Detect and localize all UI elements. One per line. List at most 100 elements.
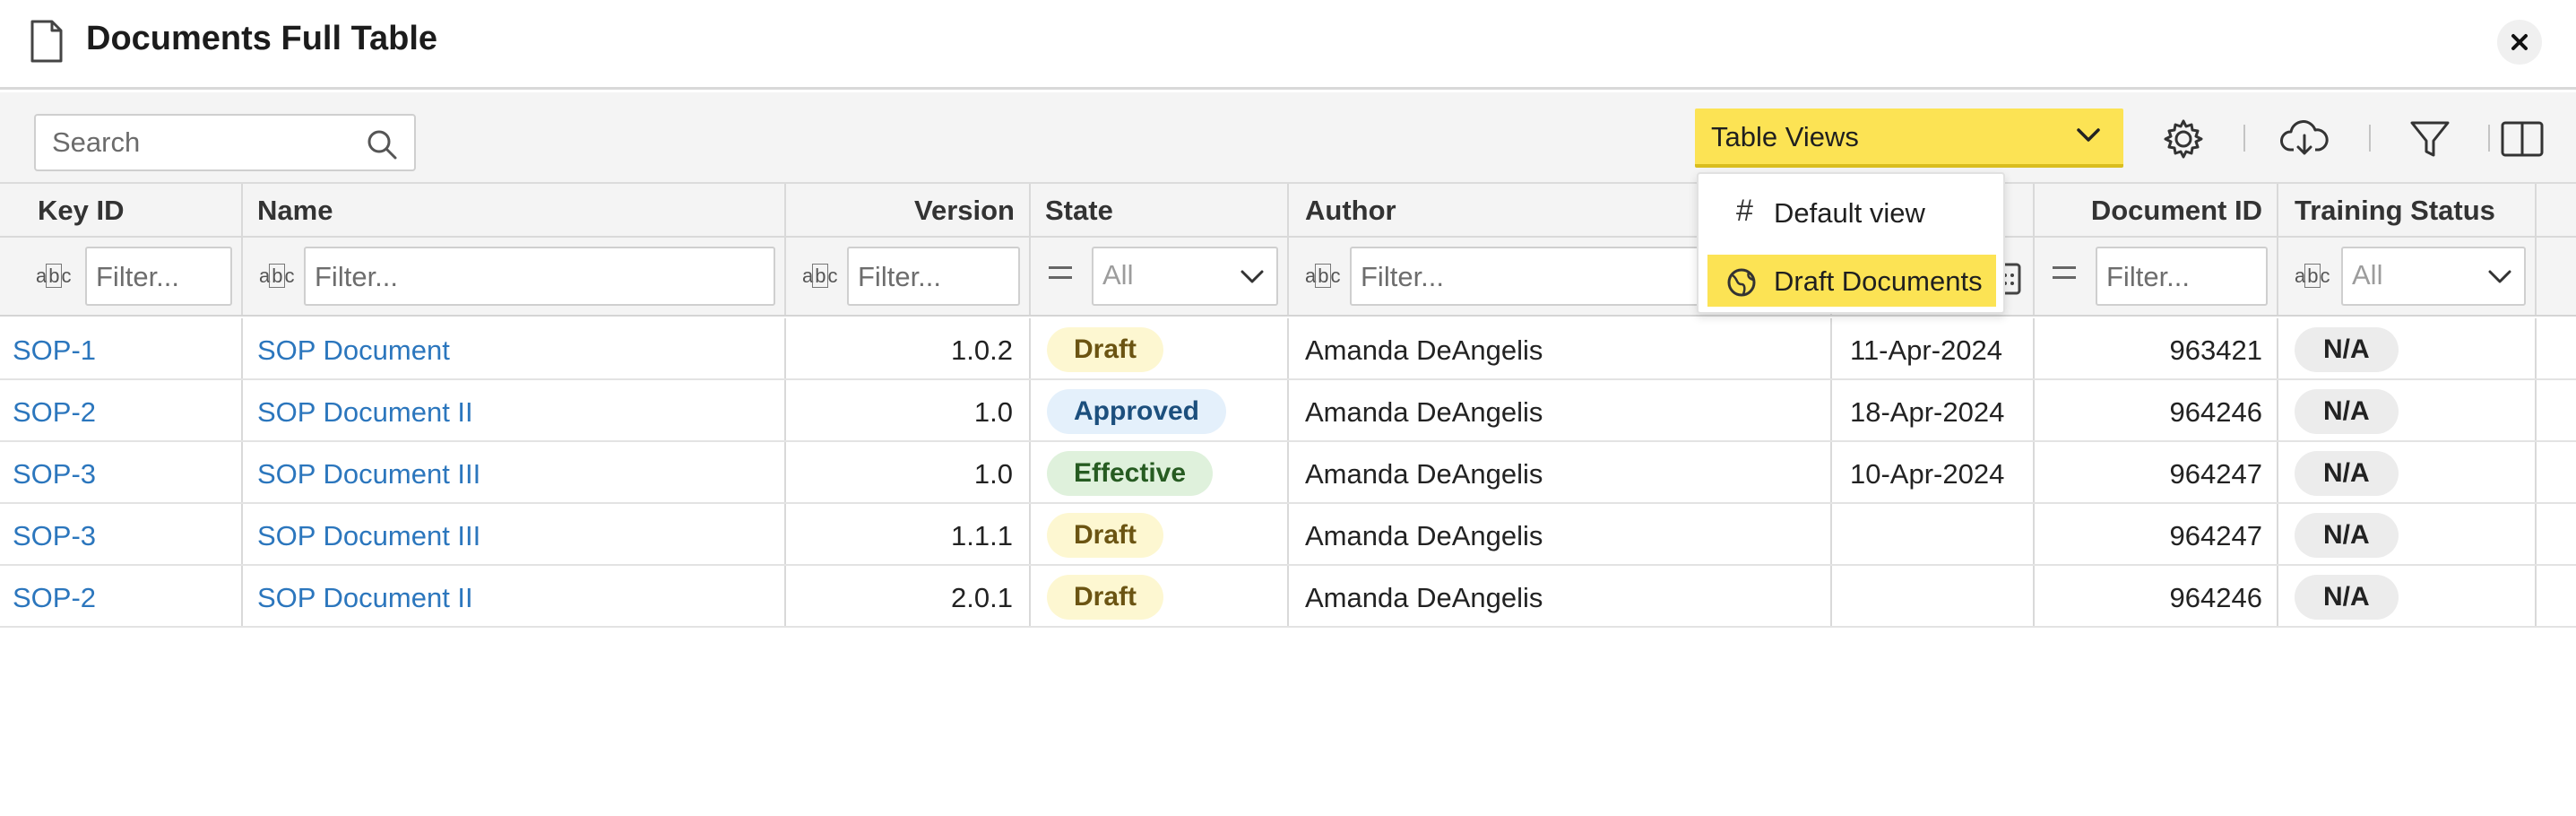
document-name-link[interactable]: SOP Document: [257, 334, 450, 367]
column-header[interactable]: State: [1031, 184, 1289, 236]
key-id-link[interactable]: SOP-3: [13, 520, 96, 552]
version-cell: 1.0.2: [786, 318, 1031, 378]
name-cell: SOP Document III: [243, 442, 786, 502]
key-id-filter[interactable]: [96, 259, 225, 295]
filter-input-box[interactable]: [304, 247, 775, 306]
toolbar-divider: [2369, 125, 2371, 152]
text-filter-icon: abc: [36, 264, 71, 288]
state-cell: Draft: [1031, 566, 1289, 626]
table-views-dropdown[interactable]: Table Views: [1695, 109, 2123, 168]
status-badge: N/A: [2295, 389, 2399, 434]
document-name-link[interactable]: SOP Document III: [257, 520, 480, 552]
training-status-filter-select[interactable]: All: [2341, 247, 2526, 306]
document-id-value: 963421: [2169, 334, 2262, 366]
state-filter-select[interactable]: All: [1092, 247, 1278, 306]
date-cell: [1832, 566, 2035, 626]
cloud-download-icon[interactable]: [2279, 114, 2330, 164]
document-id-cell: 963421: [2035, 318, 2278, 378]
name-cell: SOP Document II: [243, 380, 786, 440]
column-header-label: Document ID: [2090, 195, 2262, 226]
filter-input-box[interactable]: [847, 247, 1020, 306]
state-cell: Draft: [1031, 318, 1289, 378]
table-views-menu: # Default view Draft Documents: [1697, 172, 2005, 314]
key-id-link[interactable]: SOP-1: [13, 334, 96, 367]
author-value: Amanda DeAngelis: [1305, 582, 1543, 613]
version-value: 1.0: [973, 458, 1013, 490]
table-header-row: Key ID Name Version State Author Documen…: [0, 184, 2576, 238]
status-badge: Effective: [1047, 451, 1214, 496]
hash-icon: #: [1736, 194, 1753, 228]
version-value: 1.0.2: [951, 334, 1013, 366]
filter-cell: abc: [786, 238, 1031, 315]
document-id-value: 964246: [2169, 396, 2262, 428]
filter-cell: abc All: [2278, 238, 2537, 315]
table-row[interactable]: SOP-2 SOP Document II 1.0 Approved Amand…: [0, 380, 2576, 442]
title-bar: Documents Full Table: [0, 0, 2576, 90]
key-id-cell: SOP-3: [0, 504, 243, 564]
version-cell: 2.0.1: [786, 566, 1031, 626]
close-icon: [2511, 34, 2528, 50]
author-cell: Amanda DeAngelis: [1289, 380, 1832, 440]
training-status-filter-value: All: [2352, 259, 2383, 291]
search-input[interactable]: [52, 125, 357, 161]
filter-row: abc abc abc All abc: [0, 238, 2576, 317]
document-icon: [30, 20, 63, 63]
filter-icon[interactable]: [2405, 114, 2455, 164]
filter-input-box[interactable]: [2096, 247, 2268, 306]
column-header[interactable]: Key ID: [0, 184, 243, 236]
author-value: Amanda DeAngelis: [1305, 334, 1543, 366]
column-header[interactable]: Training Status: [2278, 184, 2537, 236]
version-cell: 1.0: [786, 380, 1031, 440]
status-badge: N/A: [2295, 451, 2399, 496]
name-cell: SOP Document III: [243, 504, 786, 564]
author-cell: Amanda DeAngelis: [1289, 442, 1832, 502]
column-header[interactable]: Version: [786, 184, 1031, 236]
text-filter-icon: abc: [1305, 264, 1340, 288]
document-id-value: 964246: [2169, 582, 2262, 613]
column-header-label: Name: [257, 195, 333, 226]
key-id-link[interactable]: SOP-3: [13, 458, 96, 490]
filter-input-box[interactable]: [85, 247, 232, 306]
filter-cell: abc: [0, 238, 243, 315]
state-filter-value: All: [1102, 259, 1134, 291]
training-status-cell: N/A: [2278, 442, 2537, 502]
chevron-down-icon: [1240, 270, 1264, 283]
document-name-link[interactable]: SOP Document III: [257, 458, 480, 490]
key-id-link[interactable]: SOP-2: [13, 582, 96, 614]
table-row[interactable]: SOP-1 SOP Document 1.0.2 Draft Amanda De…: [0, 318, 2576, 380]
menu-item-label: Draft Documents: [1774, 265, 1983, 297]
menu-item-draft-documents[interactable]: Draft Documents: [1707, 255, 1996, 307]
toolbar: Table Views: [0, 92, 2576, 184]
name-filter[interactable]: [315, 259, 736, 295]
chevron-down-icon: [2488, 270, 2511, 283]
table-row[interactable]: SOP-3 SOP Document III 1.0 Effective Ama…: [0, 442, 2576, 504]
search-box[interactable]: [34, 114, 416, 171]
status-badge: N/A: [2295, 575, 2399, 620]
table-row[interactable]: SOP-2 SOP Document II 2.0.1 Draft Amanda…: [0, 566, 2576, 628]
text-filter-icon: abc: [259, 264, 294, 288]
column-header[interactable]: Name: [243, 184, 786, 236]
search-icon[interactable]: [366, 128, 398, 161]
filter-cell: abc: [243, 238, 786, 315]
close-button[interactable]: [2497, 20, 2542, 65]
date-cell: [1832, 504, 2035, 564]
column-header-label: Key ID: [38, 195, 125, 226]
version-value: 1.1.1: [951, 520, 1013, 551]
author-cell: Amanda DeAngelis: [1289, 566, 1832, 626]
columns-panel-icon[interactable]: [2497, 114, 2547, 164]
text-filter-icon: abc: [2295, 264, 2330, 288]
document-name-link[interactable]: SOP Document II: [257, 396, 473, 429]
table-row[interactable]: SOP-3 SOP Document III 1.1.1 Draft Amand…: [0, 504, 2576, 566]
menu-item-default-view[interactable]: # Default view: [1707, 187, 1996, 239]
date-value: 18-Apr-2024: [1850, 396, 2005, 428]
document-name-link[interactable]: SOP Document II: [257, 582, 473, 614]
key-id-link[interactable]: SOP-2: [13, 396, 96, 429]
equals-filter-icon: [1049, 266, 1072, 279]
gear-icon[interactable]: [2158, 114, 2209, 164]
version-filter[interactable]: [858, 259, 1011, 295]
document-id-filter[interactable]: [2106, 259, 2259, 295]
globe-icon: [1727, 268, 1756, 297]
training-status-cell: N/A: [2278, 504, 2537, 564]
column-header[interactable]: Document ID: [2035, 184, 2278, 236]
version-cell: 1.1.1: [786, 504, 1031, 564]
